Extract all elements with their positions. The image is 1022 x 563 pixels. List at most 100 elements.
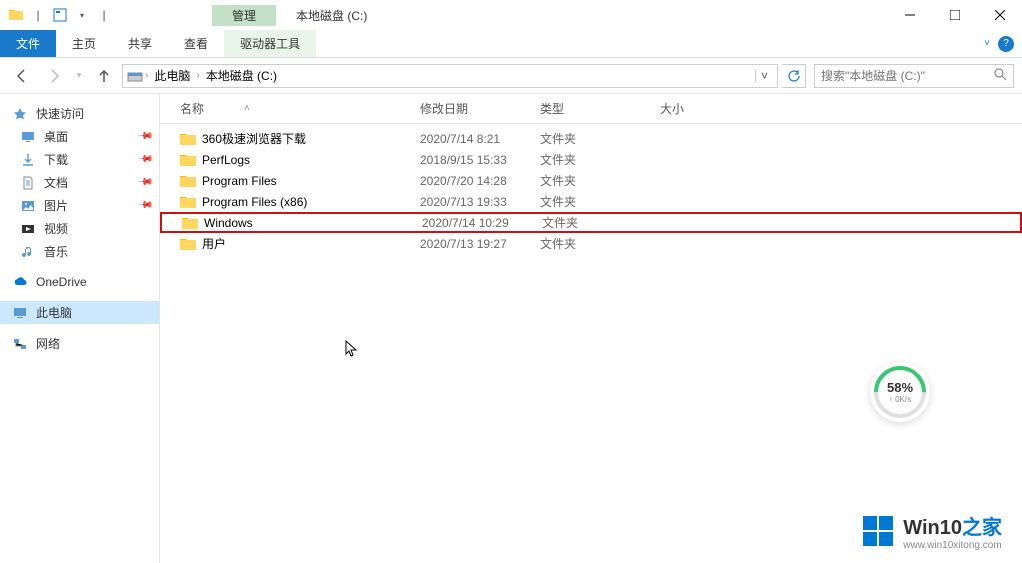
sidebar: 快速访问 桌面 📌 下载 📌 文档 📌 图片 📌 视频 音乐 — [0, 94, 160, 563]
tab-file[interactable]: 文件 — [0, 30, 56, 57]
refresh-button[interactable] — [782, 64, 806, 88]
sidebar-music[interactable]: 音乐 — [0, 240, 159, 263]
sidebar-documents[interactable]: 文档 📌 — [0, 171, 159, 194]
column-date[interactable]: 修改日期 — [420, 100, 540, 117]
file-type: 文件夹 — [540, 193, 660, 210]
minimize-button[interactable] — [887, 0, 932, 30]
desktop-icon — [20, 129, 36, 145]
file-row[interactable]: Program Files 2020/7/20 14:28文件夹 — [160, 170, 1022, 191]
sidebar-item-label: 此电脑 — [36, 304, 72, 321]
quick-access-toolbar: | ▾ | — [0, 7, 112, 23]
search-icon[interactable] — [993, 67, 1007, 84]
file-name: 360极速浏览器下载 — [202, 130, 306, 147]
column-size[interactable]: 大小 — [660, 100, 740, 117]
column-type[interactable]: 类型 — [540, 100, 660, 117]
file-row[interactable]: 360极速浏览器下载2020/7/14 8:21文件夹 — [160, 128, 1022, 149]
properties-icon[interactable] — [52, 7, 68, 23]
column-headers: 名称˄ 修改日期 类型 大小 — [160, 94, 1022, 124]
sidebar-videos[interactable]: 视频 — [0, 217, 159, 240]
sidebar-item-label: 音乐 — [44, 243, 68, 260]
file-row[interactable]: PerfLogs2018/9/15 15:33文件夹 — [160, 149, 1022, 170]
tab-drive-tools[interactable]: 驱动器工具 — [224, 30, 316, 57]
file-date: 2020/7/14 8:21 — [420, 132, 540, 146]
breadcrumb-dropdown[interactable]: ˅ — [755, 69, 773, 83]
sidebar-downloads[interactable]: 下载 📌 — [0, 148, 159, 171]
breadcrumb-drive[interactable]: 本地磁盘 (C:) — [202, 67, 281, 84]
window-title: 本地磁盘 (C:) — [276, 5, 387, 26]
file-row[interactable]: Program Files (x86)2020/7/13 19:33文件夹 — [160, 191, 1022, 212]
help-icon[interactable]: ? — [998, 36, 1014, 52]
back-button[interactable] — [8, 62, 36, 90]
up-button[interactable] — [90, 62, 118, 90]
file-name-cell: Windows — [162, 216, 422, 230]
close-button[interactable] — [977, 0, 1022, 30]
navbar: ▾ › 此电脑 › 本地磁盘 (C:) ˅ — [0, 58, 1022, 94]
file-name-cell: Program Files (x86) — [160, 195, 420, 209]
file-date: 2020/7/13 19:33 — [420, 195, 540, 209]
file-name: PerfLogs — [202, 153, 250, 167]
maximize-button[interactable] — [932, 0, 977, 30]
pin-icon: 📌 — [136, 128, 153, 145]
file-row[interactable]: Windows2020/7/14 10:29文件夹 — [160, 212, 1022, 233]
file-name: 用户 — [202, 235, 226, 252]
title-tabs: 管理 本地磁盘 (C:) — [212, 5, 387, 26]
sidebar-desktop[interactable]: 桌面 📌 — [0, 125, 159, 148]
pin-icon: 📌 — [136, 151, 153, 168]
sidebar-item-label: 视频 — [44, 220, 68, 237]
folder-icon — [182, 216, 198, 230]
cloud-icon — [12, 274, 28, 290]
sidebar-item-label: OneDrive — [36, 275, 87, 289]
recent-dropdown[interactable]: ▾ — [72, 62, 86, 90]
file-type: 文件夹 — [540, 172, 660, 189]
ribbon-expand-icon[interactable]: ˅ — [984, 38, 990, 49]
breadcrumb-pc[interactable]: 此电脑 — [150, 67, 194, 84]
qat-dropdown-icon[interactable]: ▾ — [74, 7, 90, 23]
column-name[interactable]: 名称˄ — [160, 100, 420, 117]
tab-share[interactable]: 共享 — [112, 30, 168, 57]
drive-icon — [127, 68, 143, 84]
folder-icon — [180, 237, 196, 251]
file-date: 2020/7/20 14:28 — [420, 174, 540, 188]
sidebar-item-label: 桌面 — [44, 128, 68, 145]
speed-rate: ↑ 0K/s — [889, 395, 911, 404]
video-icon — [20, 221, 36, 237]
tab-home[interactable]: 主页 — [56, 30, 112, 57]
window-controls — [887, 0, 1022, 30]
chevron-right-icon[interactable]: › — [145, 70, 148, 81]
file-row[interactable]: 用户2020/7/13 19:27文件夹 — [160, 233, 1022, 254]
sidebar-this-pc[interactable]: 此电脑 — [0, 301, 159, 324]
speed-widget[interactable]: 58% ↑ 0K/s — [870, 362, 930, 422]
ribbon-right: ˅ ? — [984, 30, 1022, 57]
file-type: 文件夹 — [542, 214, 662, 231]
sidebar-network[interactable]: 网络 — [0, 332, 159, 355]
watermark-title: Win10之家 — [903, 511, 1002, 540]
context-tab-manage[interactable]: 管理 — [212, 5, 276, 26]
sidebar-quick-access[interactable]: 快速访问 — [0, 102, 159, 125]
sort-indicator-icon: ˄ — [244, 103, 250, 114]
star-icon — [12, 106, 28, 122]
music-icon — [20, 244, 36, 260]
pin-icon: 📌 — [136, 174, 153, 191]
folder-icon — [180, 153, 196, 167]
tab-view[interactable]: 查看 — [168, 30, 224, 57]
file-name: Program Files — [202, 174, 277, 188]
search-input[interactable] — [821, 69, 993, 83]
file-list: 360极速浏览器下载 2020/7/14 8:21 文件夹 PerfLogs2018/… — [160, 124, 1022, 563]
qat-separator: | — [30, 7, 46, 23]
folder-icon — [8, 7, 24, 23]
folder-icon — [180, 132, 196, 146]
sidebar-item-label: 下载 — [44, 151, 68, 168]
sidebar-item-label: 网络 — [36, 335, 60, 352]
forward-button[interactable] — [40, 62, 68, 90]
sidebar-onedrive[interactable]: OneDrive — [0, 271, 159, 293]
breadcrumb[interactable]: › 此电脑 › 本地磁盘 (C:) ˅ — [122, 64, 778, 88]
file-date: 2020/7/13 19:27 — [420, 237, 540, 251]
folder-icon — [180, 174, 196, 188]
content-pane: 名称˄ 修改日期 类型 大小 360极速浏览器下载 2020/7/14 8:21 文… — [160, 94, 1022, 563]
chevron-right-icon[interactable]: › — [196, 70, 199, 81]
sidebar-pictures[interactable]: 图片 📌 — [0, 194, 159, 217]
search-box[interactable] — [814, 64, 1014, 88]
speed-percent: 58% — [887, 380, 913, 395]
network-icon — [12, 336, 28, 352]
file-name-cell: PerfLogs — [160, 153, 420, 167]
